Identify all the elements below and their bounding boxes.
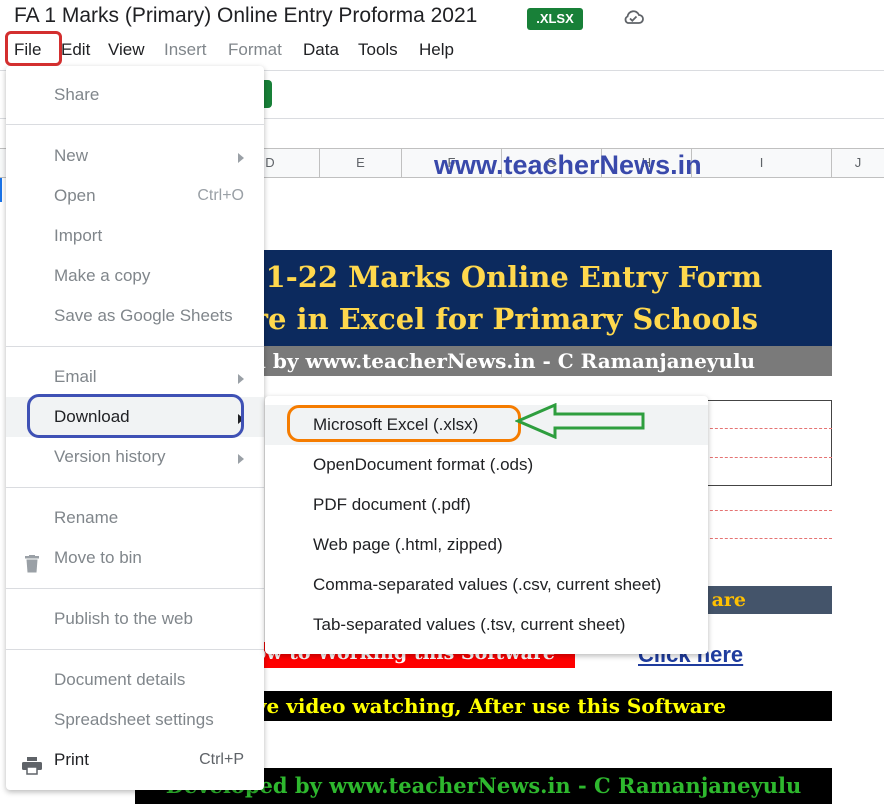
active-cell-indicator: [0, 178, 2, 202]
file-menu-highlight: [5, 31, 62, 66]
table-row-divider: [700, 538, 832, 539]
excel-option-highlight: [287, 405, 521, 442]
cloud-check-icon[interactable]: [622, 8, 644, 26]
download-csv-option[interactable]: Comma-separated values (.csv, current sh…: [265, 565, 708, 605]
open-shortcut: Ctrl+O: [197, 187, 244, 204]
file-menu-import[interactable]: Import: [6, 216, 264, 256]
download-ods-option[interactable]: OpenDocument format (.ods): [265, 445, 708, 485]
software-label-text: are: [711, 589, 746, 611]
menu-divider: [6, 346, 264, 347]
print-shortcut: Ctrl+P: [199, 751, 244, 768]
menu-edit[interactable]: Edit: [61, 38, 90, 62]
trash-icon: [22, 549, 42, 573]
download-tsv-option[interactable]: Tab-separated values (.tsv, current shee…: [265, 605, 708, 645]
file-menu-move-to-bin[interactable]: Move to bin: [6, 538, 264, 578]
file-menu-document-details[interactable]: Document details: [6, 660, 264, 700]
download-csv-label: Comma-separated values (.csv, current sh…: [313, 575, 662, 594]
download-html-label: Web page (.html, zipped): [313, 535, 503, 554]
file-menu-document-details-label: Document details: [54, 670, 186, 689]
submenu-arrow-icon: [238, 454, 244, 464]
menu-help[interactable]: Help: [419, 38, 454, 62]
xlsx-badge: .XLSX: [527, 8, 583, 30]
menu-tools[interactable]: Tools: [358, 38, 398, 62]
download-ods-label: OpenDocument format (.ods): [313, 455, 534, 474]
menu-divider: [6, 649, 264, 650]
file-menu-share[interactable]: Share: [6, 75, 264, 115]
menu-view[interactable]: View: [108, 38, 145, 62]
file-menu-print[interactable]: Print Ctrl+P: [6, 740, 264, 780]
file-menu-spreadsheet-settings[interactable]: Spreadsheet settings: [6, 700, 264, 740]
download-pdf-label: PDF document (.pdf): [313, 495, 471, 514]
file-menu-make-copy-label: Make a copy: [54, 266, 151, 285]
column-header-j[interactable]: J: [831, 149, 884, 177]
file-menu-move-to-bin-label: Move to bin: [54, 548, 142, 567]
file-menu-print-label: Print: [54, 750, 89, 769]
menu-divider: [6, 124, 264, 125]
download-tsv-label: Tab-separated values (.tsv, current shee…: [313, 615, 626, 634]
download-highlight: [27, 394, 244, 438]
file-menu-make-copy[interactable]: Make a copy: [6, 256, 264, 296]
file-menu-version-history[interactable]: Version history: [6, 437, 264, 477]
submenu-arrow-icon: [238, 153, 244, 163]
printer-icon: [22, 751, 42, 775]
column-header-e[interactable]: E: [319, 149, 401, 177]
file-menu-share-label: Share: [54, 85, 100, 104]
menu-divider: [6, 487, 264, 488]
input-table[interactable]: [700, 400, 832, 486]
file-menu-save-as-sheets[interactable]: Save as Google Sheets: [6, 296, 264, 336]
column-header-i[interactable]: I: [691, 149, 831, 177]
menu-data[interactable]: Data: [303, 38, 339, 62]
file-menu-version-history-label: Version history: [54, 447, 166, 466]
table-row-divider: [700, 457, 832, 458]
menu-divider: [6, 588, 264, 589]
file-menu-rename[interactable]: Rename: [6, 498, 264, 538]
file-menu-new-label: New: [54, 146, 89, 165]
table-row-divider: [700, 510, 832, 511]
file-menu-open[interactable]: Open Ctrl+O: [6, 176, 264, 216]
file-menu-spreadsheet-settings-label: Spreadsheet settings: [54, 710, 214, 729]
software-label-bar[interactable]: are: [700, 586, 832, 614]
file-menu-publish-label: Publish to the web: [54, 609, 193, 628]
file-menu-email-label: Email: [54, 367, 97, 386]
table-row-divider: [700, 428, 832, 429]
menu-format[interactable]: Format: [228, 38, 282, 62]
file-menu-save-as-sheets-label: Save as Google Sheets: [54, 306, 233, 325]
instruction-text: bove video watching, After use this Soft…: [250, 694, 726, 718]
website-watermark: www.teacherNews.in: [434, 150, 702, 180]
instruction-bar[interactable]: bove video watching, After use this Soft…: [250, 691, 832, 721]
submenu-arrow-icon: [238, 374, 244, 384]
menu-insert[interactable]: Insert: [164, 38, 207, 62]
file-menu-new[interactable]: New: [6, 136, 264, 176]
file-menu-import-label: Import: [54, 226, 103, 245]
download-pdf-option[interactable]: PDF document (.pdf): [265, 485, 708, 525]
file-menu-publish[interactable]: Publish to the web: [6, 599, 264, 639]
file-menu-open-label: Open: [54, 186, 96, 205]
menu-bar: File Edit View Insert Format Data Tools …: [0, 38, 884, 62]
document-title[interactable]: FA 1 Marks (Primary) Online Entry Profor…: [14, 4, 477, 28]
file-menu-rename-label: Rename: [54, 508, 119, 527]
pointer-arrow-icon: [514, 402, 647, 440]
file-menu-email[interactable]: Email: [6, 357, 264, 397]
download-html-option[interactable]: Web page (.html, zipped): [265, 525, 708, 565]
